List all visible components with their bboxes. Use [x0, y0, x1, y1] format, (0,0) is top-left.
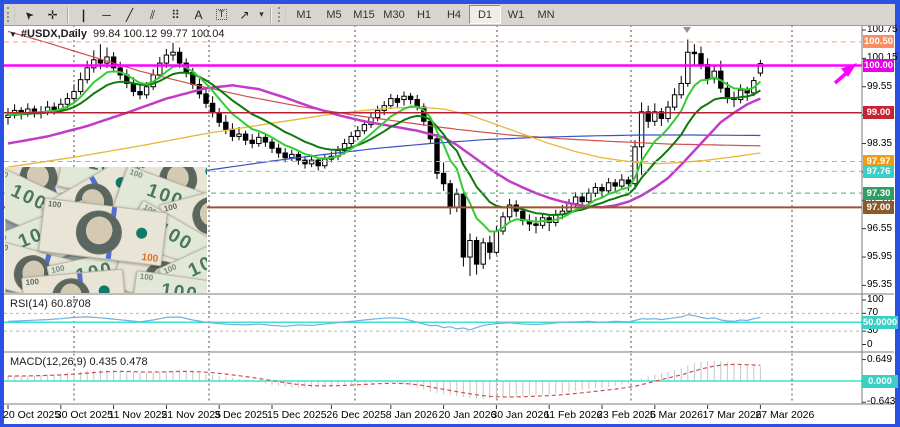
arrows-tool-button[interactable]: ↗: [233, 6, 256, 24]
rsi-indicator-label: RSI(14) 60.8708: [10, 298, 91, 310]
arrows-icon: ↗: [239, 9, 249, 21]
trend-line-tool-button[interactable]: ╱: [118, 6, 141, 24]
price-level-badge-100.00: 100.00: [863, 59, 894, 72]
crosshair-tool-button[interactable]: ✛: [41, 6, 64, 24]
price-level-badge-97.76: 97.76: [863, 165, 894, 178]
fibonacci-icon: ⠿: [171, 9, 180, 21]
crosshair-icon: ✛: [47, 9, 57, 21]
vertical-line-tool-button[interactable]: ❘: [72, 6, 95, 24]
equidistant-channel-icon: ⫽: [150, 9, 155, 21]
toolbar-grip[interactable]: [7, 7, 15, 22]
timeframe-h1-button[interactable]: H1: [409, 6, 439, 23]
cursor-icon: ➤: [22, 7, 36, 21]
rsi-tick-label[interactable]: 100: [867, 294, 884, 305]
horizontal-line-tool-button[interactable]: ─: [95, 6, 118, 24]
toolbar-grip[interactable]: [278, 7, 286, 22]
price-tick-label[interactable]: 95.95: [867, 251, 892, 262]
timeframe-h4-button[interactable]: H4: [439, 6, 469, 23]
x-axis-label[interactable]: 21 Nov 2025: [161, 409, 221, 421]
price-tick-label[interactable]: 99.55: [867, 81, 892, 92]
x-axis-label[interactable]: 20 Jan 2026: [439, 409, 497, 421]
cursor-tool-button[interactable]: ➤: [18, 6, 41, 24]
x-axis-label[interactable]: 5 Mar 2026: [650, 409, 703, 421]
dollar-bills-photo[interactable]: 1001001001001001001001001001001001001001…: [5, 167, 207, 293]
price-level-badge-99.00: 99.00: [863, 106, 894, 119]
text-tool-button[interactable]: A: [187, 6, 210, 24]
price-tick-label[interactable]: 96.55: [867, 223, 892, 234]
macd-indicator-label: MACD(12,26,9) 0.435 0.478: [10, 356, 148, 368]
x-axis-label[interactable]: 27 Mar 2026: [755, 409, 814, 421]
symbol-label: #USDX,Daily: [21, 28, 87, 40]
price-tick-label[interactable]: 95.35: [867, 279, 892, 290]
x-axis-label[interactable]: 11 Feb 2026: [544, 409, 602, 421]
x-axis-label[interactable]: 17 Mar 2026: [703, 409, 762, 421]
x-axis-label[interactable]: 8 Jan 2026: [386, 409, 438, 421]
dropdown-icon: ▾: [259, 10, 264, 19]
symbol-dropdown-icon[interactable]: ▼: [9, 30, 17, 39]
x-axis-label[interactable]: 3 Dec 2025: [214, 409, 268, 421]
price-level-badge-100.50: 100.50: [863, 35, 894, 48]
x-axis-label[interactable]: 23 Feb 2026: [597, 409, 656, 421]
ohlc-values: 99.84 100.12 99.77 100.04: [93, 28, 225, 40]
timeframe-m30-button[interactable]: M30: [379, 6, 409, 23]
timeframe-d1-button[interactable]: D1: [469, 5, 501, 24]
timeframe-mn-button[interactable]: MN: [531, 6, 561, 23]
timeframe-m15-button[interactable]: M15: [349, 6, 379, 23]
text-icon: A: [194, 9, 202, 21]
rsi-mid-badge: 50.0000: [862, 316, 898, 329]
timeframe-m5-button[interactable]: M5: [319, 6, 349, 23]
chart-window: ➤✛❘─╱⫽⠿AT↗▾M1M5M15M30H1H4D1W1MN 10010010…: [0, 0, 900, 427]
macd-tick-label[interactable]: -0.643: [867, 396, 895, 407]
text-label-tool-button[interactable]: T: [210, 6, 233, 24]
x-axis-label[interactable]: 15 Dec 2025: [267, 409, 327, 421]
x-axis-label[interactable]: 26 Dec 2025: [326, 409, 386, 421]
toolbar-separator: [67, 7, 69, 23]
price-tick-label[interactable]: 98.35: [867, 138, 892, 149]
dropdown-icon[interactable]: ▾: [256, 6, 267, 24]
macd-tick-label[interactable]: 0.649: [867, 354, 892, 365]
timeframe-w1-button[interactable]: W1: [501, 6, 531, 23]
toolbar: ➤ ✛ ❘ ─ ╱ ⫽ ⠿ A T ↗ ▾ M1M5M15M30H1H4D1W1MN: [4, 4, 895, 26]
fibonacci-tool-button[interactable]: ⠿: [164, 6, 187, 24]
toolbar-separator: [270, 7, 272, 23]
x-axis-label[interactable]: 30 Oct 2025: [56, 409, 113, 421]
timeframe-m1-button[interactable]: M1: [289, 6, 319, 23]
text-label-icon: T: [216, 9, 228, 20]
trend-line-icon: ╱: [126, 9, 133, 21]
chart-header: ▼ #USDX,Daily 99.84 100.12 99.77 100.04: [9, 28, 224, 40]
rsi-tick-label[interactable]: 0: [867, 339, 873, 350]
x-axis-label[interactable]: 20 Oct 2025: [3, 409, 60, 421]
x-axis-label[interactable]: 11 Nov 2025: [109, 409, 168, 421]
x-axis-label[interactable]: 30 Jan 2026: [491, 409, 549, 421]
price-level-badge-97.30: 97.30: [863, 187, 894, 200]
price-level-badge-97.00: 97.00: [863, 201, 894, 214]
vertical-line-icon: ❘: [78, 9, 88, 21]
horizontal-line-icon: ─: [102, 9, 111, 21]
equidistant-channel-tool-button[interactable]: ⫽: [141, 6, 164, 24]
macd-zero-badge: 0.000: [862, 375, 898, 388]
